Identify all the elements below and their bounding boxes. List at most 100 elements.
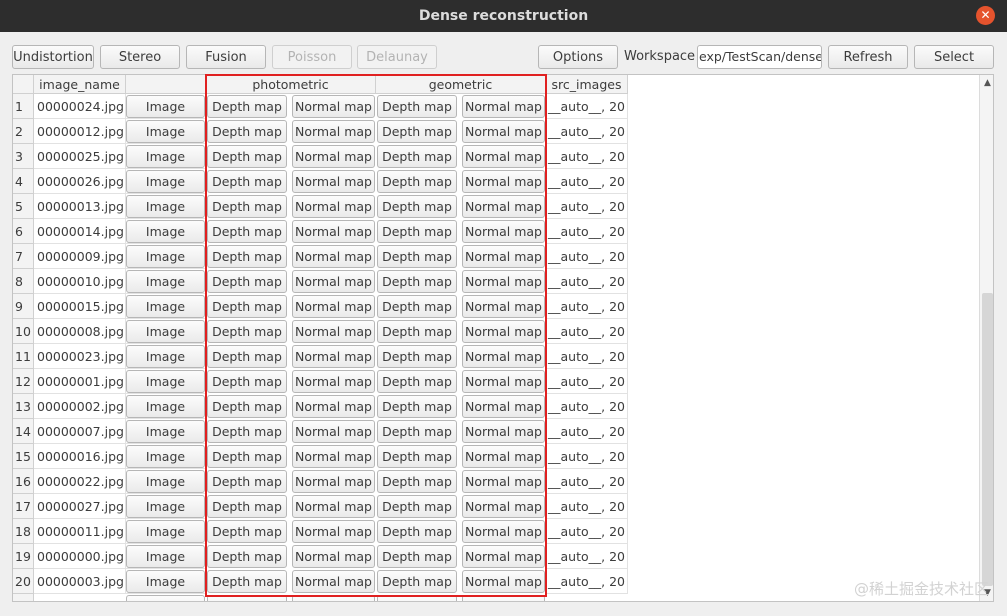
photometric-depth-map-button[interactable]: Depth map xyxy=(207,370,287,393)
geometric-depth-map-button[interactable]: Depth map xyxy=(377,395,457,418)
image-button[interactable]: Image xyxy=(126,320,205,343)
photometric-depth-map-button[interactable]: Depth map xyxy=(207,170,287,193)
photometric-depth-map-button[interactable]: Depth map xyxy=(207,245,287,268)
image-button[interactable] xyxy=(126,595,205,601)
geometric-depth-map-button[interactable]: Depth map xyxy=(377,95,457,118)
photometric-normal-map-button[interactable]: Normal map xyxy=(292,420,375,443)
image-button[interactable]: Image xyxy=(126,295,205,318)
header-photometric[interactable]: photometric xyxy=(206,75,376,94)
image-button[interactable]: Image xyxy=(126,420,205,443)
geometric-normal-map-button[interactable]: Normal map xyxy=(462,270,545,293)
photometric-normal-map-button[interactable]: Normal map xyxy=(292,570,375,593)
poisson-button[interactable]: Poisson xyxy=(272,45,352,69)
undistortion-button[interactable]: Undistortion xyxy=(12,45,94,69)
image-button[interactable]: Image xyxy=(126,95,205,118)
options-button[interactable]: Options xyxy=(538,45,618,69)
geometric-depth-map-button[interactable]: Depth map xyxy=(377,545,457,568)
geometric-normal-map-button[interactable]: Normal map xyxy=(462,345,545,368)
header-image-button[interactable] xyxy=(126,75,206,94)
photometric-normal-map-button[interactable]: Normal map xyxy=(292,395,375,418)
photometric-depth-map-button[interactable]: Depth map xyxy=(207,120,287,143)
geometric-depth-map-button[interactable]: Depth map xyxy=(377,120,457,143)
geometric-depth-map-button[interactable]: Depth map xyxy=(377,570,457,593)
photometric-depth-map-button[interactable]: Depth map xyxy=(207,420,287,443)
geometric-depth-map-button[interactable]: Depth map xyxy=(377,470,457,493)
photometric-normal-map-button[interactable]: Normal map xyxy=(292,270,375,293)
image-button[interactable]: Image xyxy=(126,520,205,543)
photometric-depth-map-button[interactable]: Depth map xyxy=(207,345,287,368)
photometric-depth-map-button[interactable]: Depth map xyxy=(207,295,287,318)
image-button[interactable]: Image xyxy=(126,195,205,218)
stereo-button[interactable]: Stereo xyxy=(100,45,180,69)
geometric-normal-map-button[interactable]: Normal map xyxy=(462,220,545,243)
photometric-normal-map-button[interactable]: Normal map xyxy=(292,220,375,243)
scroll-up-icon[interactable]: ▲ xyxy=(982,77,993,89)
image-button[interactable]: Image xyxy=(126,345,205,368)
refresh-button[interactable]: Refresh xyxy=(828,45,908,69)
geometric-depth-map-button[interactable]: Depth map xyxy=(377,320,457,343)
image-button[interactable]: Image xyxy=(126,370,205,393)
geometric-normal-map-button[interactable]: Normal map xyxy=(462,320,545,343)
photometric-normal-map-button[interactable]: Normal map xyxy=(292,120,375,143)
photometric-depth-map-button[interactable]: Depth map xyxy=(207,320,287,343)
geometric-depth-map-button[interactable]: Depth map xyxy=(377,495,457,518)
photometric-normal-map-button[interactable]: Normal map xyxy=(292,245,375,268)
geometric-normal-map-button[interactable]: Normal map xyxy=(462,170,545,193)
photometric-depth-map-button[interactable]: Depth map xyxy=(207,220,287,243)
scrollbar-thumb[interactable] xyxy=(982,293,993,586)
header-image-name[interactable]: image_name xyxy=(34,75,126,94)
image-button[interactable]: Image xyxy=(126,220,205,243)
geometric-depth-map-button[interactable]: Depth map xyxy=(377,420,457,443)
image-button[interactable]: Image xyxy=(126,170,205,193)
geometric-normal-map-button[interactable]: Normal map xyxy=(462,445,545,468)
photometric-normal-map-button[interactable]: Normal map xyxy=(292,495,375,518)
geometric-depth-map-button[interactable]: Depth map xyxy=(377,295,457,318)
geometric-normal-map-button[interactable]: Normal map xyxy=(462,545,545,568)
geometric-normal-map-button[interactable]: Normal map xyxy=(462,420,545,443)
image-table[interactable]: image_name photometric geometric src_ima… xyxy=(12,74,994,602)
photometric-depth-map-button[interactable]: Depth map xyxy=(207,495,287,518)
photometric-depth-map-button[interactable]: Depth map xyxy=(207,545,287,568)
geometric-normal-map-button[interactable]: Normal map xyxy=(462,145,545,168)
select-button[interactable]: Select xyxy=(914,45,994,69)
image-button[interactable]: Image xyxy=(126,445,205,468)
photometric-depth-map-button[interactable]: Depth map xyxy=(207,445,287,468)
geometric-normal-map-button[interactable]: Normal map xyxy=(462,470,545,493)
photometric-normal-map-button[interactable]: Normal map xyxy=(292,295,375,318)
workspace-path-field[interactable]: exp/TestScan/dense xyxy=(697,45,822,69)
photometric-depth-map-button[interactable]: Depth map xyxy=(207,395,287,418)
image-button[interactable]: Image xyxy=(126,470,205,493)
delaunay-button[interactable]: Delaunay xyxy=(357,45,437,69)
geometric-normal-map-button[interactable]: Normal map xyxy=(462,395,545,418)
image-button[interactable]: Image xyxy=(126,495,205,518)
image-button[interactable]: Image xyxy=(126,545,205,568)
photometric-depth-map-button[interactable]: Depth map xyxy=(207,95,287,118)
photometric-normal-map-button[interactable]: Normal map xyxy=(292,545,375,568)
geometric-depth-map-button[interactable]: Depth map xyxy=(377,520,457,543)
geometric-normal-map-button[interactable]: Normal map xyxy=(462,195,545,218)
geometric-normal-map-button[interactable]: Normal map xyxy=(462,295,545,318)
photometric-normal-map-button[interactable]: Normal map xyxy=(292,195,375,218)
image-button[interactable]: Image xyxy=(126,145,205,168)
geometric-depth-map-button[interactable]: Depth map xyxy=(377,370,457,393)
photometric-normal-map-button[interactable]: Normal map xyxy=(292,170,375,193)
photometric-depth-map-button[interactable]: Depth map xyxy=(207,520,287,543)
image-button[interactable]: Image xyxy=(126,395,205,418)
photometric-depth-map-button[interactable]: Depth map xyxy=(207,195,287,218)
geometric-normal-map-button[interactable]: Normal map xyxy=(462,570,545,593)
header-src-images[interactable]: src_images xyxy=(546,75,628,94)
geometric-depth-map-button[interactable]: Depth map xyxy=(377,195,457,218)
geometric-normal-map-button[interactable]: Normal map xyxy=(462,370,545,393)
photometric-normal-map-button[interactable]: Normal map xyxy=(292,520,375,543)
geometric-depth-map-button[interactable]: Depth map xyxy=(377,345,457,368)
geometric-depth-map-button[interactable]: Depth map xyxy=(377,145,457,168)
geometric-depth-map-button[interactable]: Depth map xyxy=(377,245,457,268)
image-button[interactable]: Image xyxy=(126,270,205,293)
photometric-normal-map-button[interactable]: Normal map xyxy=(292,370,375,393)
vertical-scrollbar[interactable]: ▲ ▼ xyxy=(979,75,993,601)
geometric-normal-map-button[interactable]: Normal map xyxy=(462,120,545,143)
photometric-normal-map-button[interactable]: Normal map xyxy=(292,320,375,343)
fusion-button[interactable]: Fusion xyxy=(186,45,266,69)
photometric-normal-map-button[interactable]: Normal map xyxy=(292,95,375,118)
photometric-depth-map-button[interactable]: Depth map xyxy=(207,470,287,493)
